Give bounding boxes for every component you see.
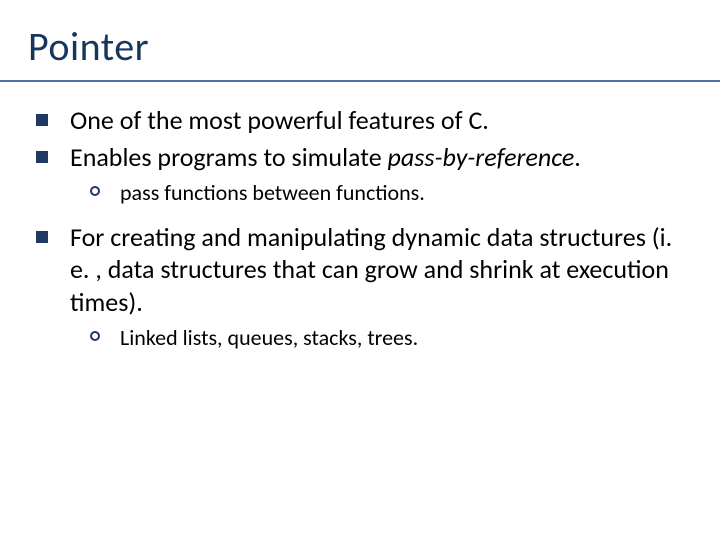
list-item: One of the most powerful features of C. [36, 104, 680, 137]
square-bullet-icon [36, 231, 48, 243]
square-bullet-icon [36, 114, 48, 126]
slide-body: One of the most powerful features of C. … [36, 104, 680, 366]
title-underline [0, 80, 720, 82]
circle-bullet-icon [90, 331, 100, 341]
slide-title: Pointer [28, 22, 149, 71]
list-item: For creating and manipulating dynamic da… [36, 221, 680, 319]
square-bullet-icon [36, 151, 48, 163]
text-emphasis: pass-by-reference [388, 141, 575, 173]
list-item-text: For creating and manipulating dynamic da… [70, 221, 680, 319]
slide: Pointer One of the most powerful feature… [0, 0, 720, 540]
sub-list-item: Linked lists, queues, stacks, trees. [90, 324, 680, 352]
list-item-text: One of the most powerful features of C. [70, 104, 680, 137]
text-run: Enables programs to simulate [70, 141, 388, 173]
sub-list-item-text: pass functions between functions. [120, 179, 680, 207]
circle-bullet-icon [90, 186, 100, 196]
sub-list-item: pass functions between functions. [90, 179, 680, 207]
sub-list-item-text: Linked lists, queues, stacks, trees. [120, 324, 680, 352]
text-run: . [574, 141, 581, 173]
list-item-text: Enables programs to simulate pass-by-ref… [70, 141, 680, 174]
list-item: Enables programs to simulate pass-by-ref… [36, 141, 680, 174]
